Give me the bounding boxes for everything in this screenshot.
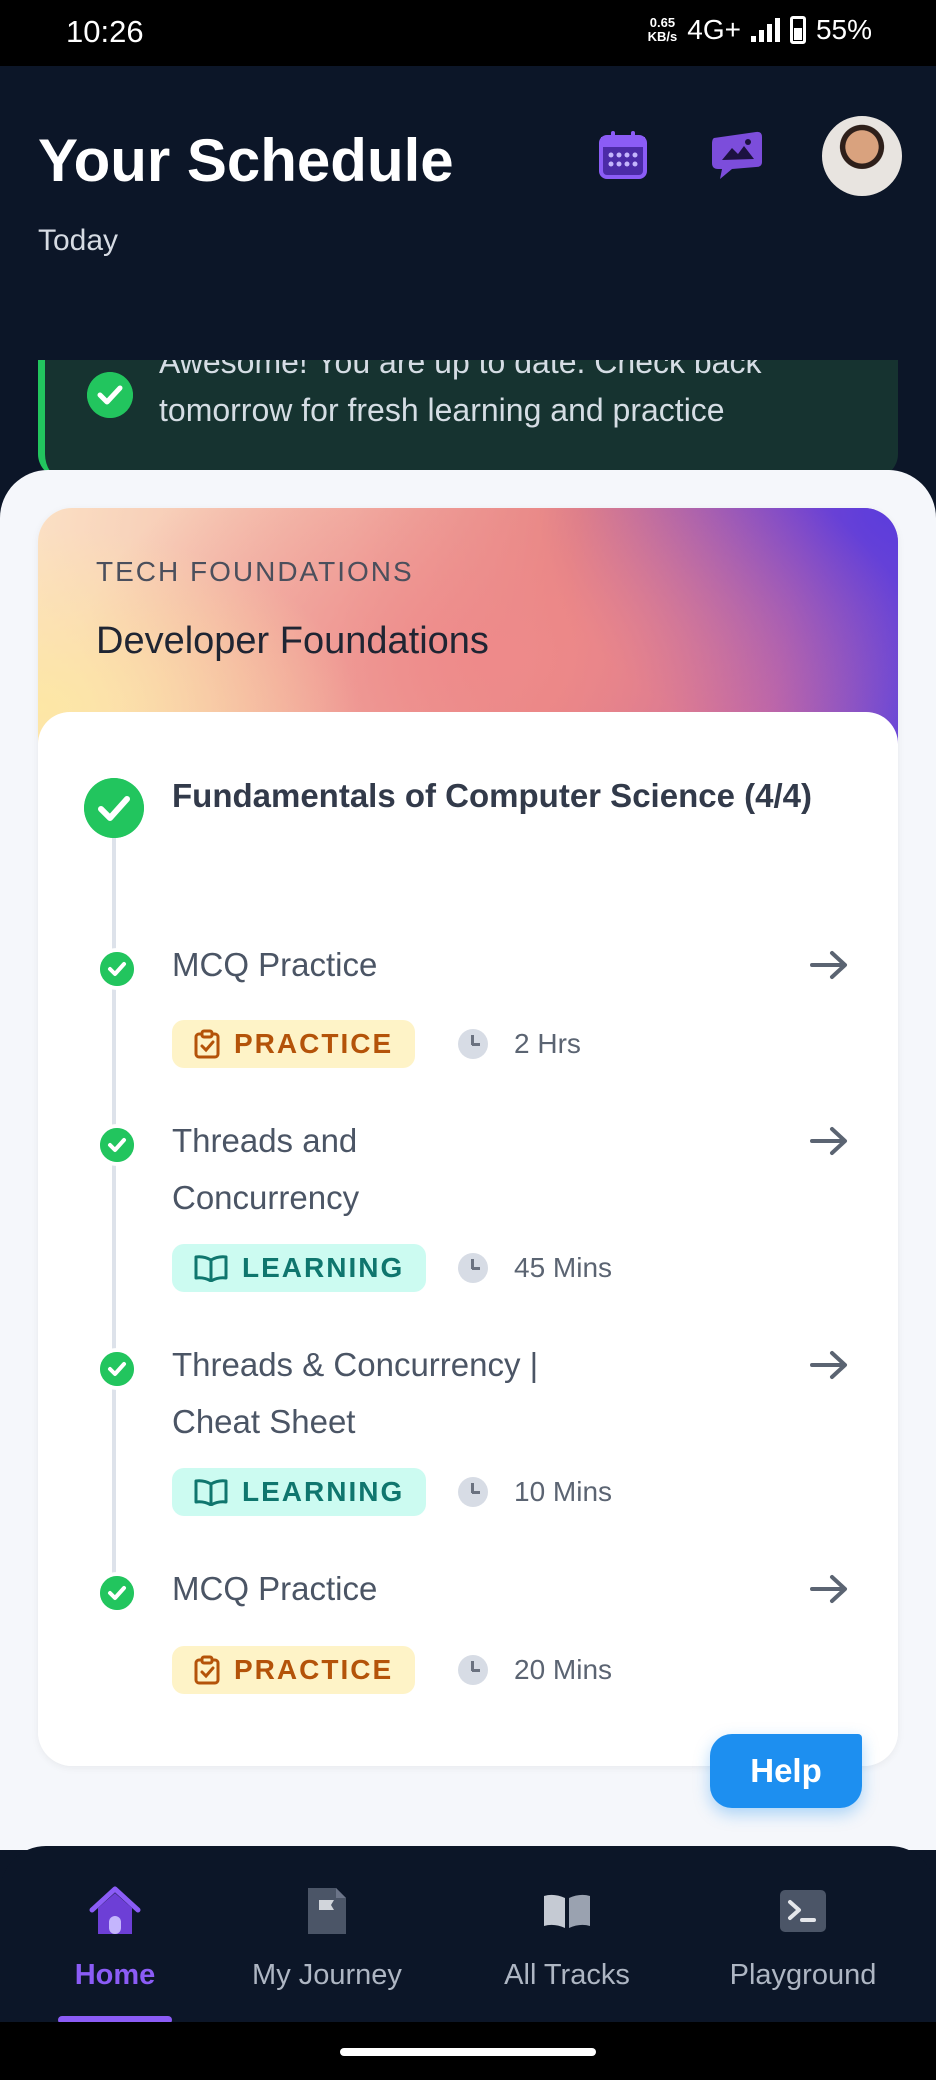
- duration-label: 20 Mins: [514, 1654, 613, 1685]
- type-label: PRACTICE: [234, 1028, 394, 1059]
- type-badge: PRACTICE: [172, 1646, 416, 1694]
- arrow-right-icon[interactable]: [808, 944, 850, 986]
- help-button[interactable]: Help: [710, 1734, 862, 1808]
- nav-label: My Journey: [252, 1959, 402, 1991]
- bottom-nav: Home My Journey All Tracks Playground: [0, 1846, 936, 2024]
- arrow-right-icon[interactable]: [808, 1344, 850, 1386]
- status-banner: Awesome! You are up to date. Check back …: [38, 360, 898, 478]
- duration: 10 Mins: [458, 1476, 612, 1508]
- banner-message: Awesome! You are up to date. Check back …: [159, 360, 762, 428]
- nav-label: All Tracks: [504, 1959, 630, 1991]
- calendar-icon[interactable]: [594, 126, 652, 184]
- module-complete-icon: [84, 778, 144, 838]
- clock-icon: [458, 1655, 488, 1685]
- item-complete-icon: [96, 1348, 138, 1390]
- clock-icon: [458, 1253, 488, 1283]
- book-open-icon: [194, 1255, 228, 1282]
- home-icon: [89, 1886, 141, 1934]
- timeline-line: [112, 796, 116, 1602]
- item-complete-icon: [96, 1124, 138, 1166]
- home-gesture-handle[interactable]: [340, 2048, 596, 2056]
- track-card[interactable]: TECH FOUNDATIONS Developer Foundations F…: [38, 508, 898, 1766]
- book-icon: [544, 1894, 590, 1928]
- duration-label: 2 Hrs: [514, 1028, 581, 1059]
- track-category: TECH FOUNDATIONS: [96, 556, 414, 587]
- arrow-right-icon[interactable]: [808, 1568, 850, 1610]
- nav-item-playground[interactable]: Playground: [688, 1884, 918, 1992]
- nav-item-all-tracks[interactable]: All Tracks: [452, 1884, 682, 1992]
- page-title: Your Schedule: [38, 127, 454, 194]
- item-title[interactable]: Threads and Concurrency: [172, 1112, 432, 1226]
- clipboard-check-icon: [194, 1029, 220, 1059]
- terminal-icon: [780, 1890, 826, 1932]
- module-title[interactable]: Fundamentals of Computer Science (4/4): [172, 768, 812, 824]
- signal-icon: [750, 18, 780, 42]
- feedback-icon[interactable]: [708, 126, 766, 184]
- book-open-icon: [194, 1479, 228, 1506]
- arrow-right-icon[interactable]: [808, 1120, 850, 1162]
- header: Your Schedule Today Awesome! You are up …: [0, 66, 936, 478]
- item-title[interactable]: MCQ Practice: [172, 1560, 672, 1617]
- duration-label: 10 Mins: [514, 1476, 613, 1507]
- type-badge: LEARNING: [172, 1244, 427, 1292]
- clock-icon: [458, 1029, 488, 1059]
- type-badge: LEARNING: [172, 1468, 427, 1516]
- type-label: PRACTICE: [234, 1654, 394, 1685]
- type-label: LEARNING: [242, 1252, 405, 1283]
- duration-label: 45 Mins: [514, 1252, 613, 1283]
- battery-icon: [789, 16, 806, 44]
- item-complete-icon: [96, 948, 138, 990]
- type-label: LEARNING: [242, 1476, 405, 1507]
- type-badge: PRACTICE: [172, 1020, 416, 1068]
- item-title[interactable]: MCQ Practice: [172, 936, 672, 993]
- network-speed: 0.65 KB/s: [648, 16, 678, 44]
- gesture-bar: [0, 2022, 936, 2080]
- page-subtitle: Today: [38, 224, 119, 257]
- network-type: 4G+: [687, 14, 741, 45]
- duration: 45 Mins: [458, 1252, 612, 1284]
- network-speed-value: 0.65: [649, 15, 676, 30]
- avatar[interactable]: [822, 116, 902, 196]
- nav-item-my-journey[interactable]: My Journey: [212, 1884, 442, 1992]
- clipboard-check-icon: [194, 1655, 220, 1685]
- track-title: Developer Foundations: [96, 620, 489, 662]
- network-speed-unit: KB/s: [647, 29, 678, 44]
- duration: 20 Mins: [458, 1654, 612, 1686]
- clock-icon: [458, 1477, 488, 1507]
- nav-label: Home: [74, 1959, 156, 1991]
- duration: 2 Hrs: [458, 1028, 581, 1060]
- status-time: 10:26: [66, 14, 144, 49]
- item-complete-icon: [96, 1572, 138, 1614]
- status-bar: 10:26 0.65 KB/s 4G+ 55%: [0, 0, 936, 66]
- nav-label: Playground: [729, 1959, 877, 1991]
- battery-level: 55%: [815, 14, 872, 45]
- item-title[interactable]: Threads & Concurrency | Cheat Sheet: [172, 1336, 612, 1450]
- nav-item-home[interactable]: Home: [0, 1884, 230, 1992]
- check-circle-icon: [87, 372, 133, 418]
- journey-flag-icon: [308, 1888, 346, 1934]
- module-panel: Fundamentals of Computer Science (4/4) M…: [38, 712, 898, 1766]
